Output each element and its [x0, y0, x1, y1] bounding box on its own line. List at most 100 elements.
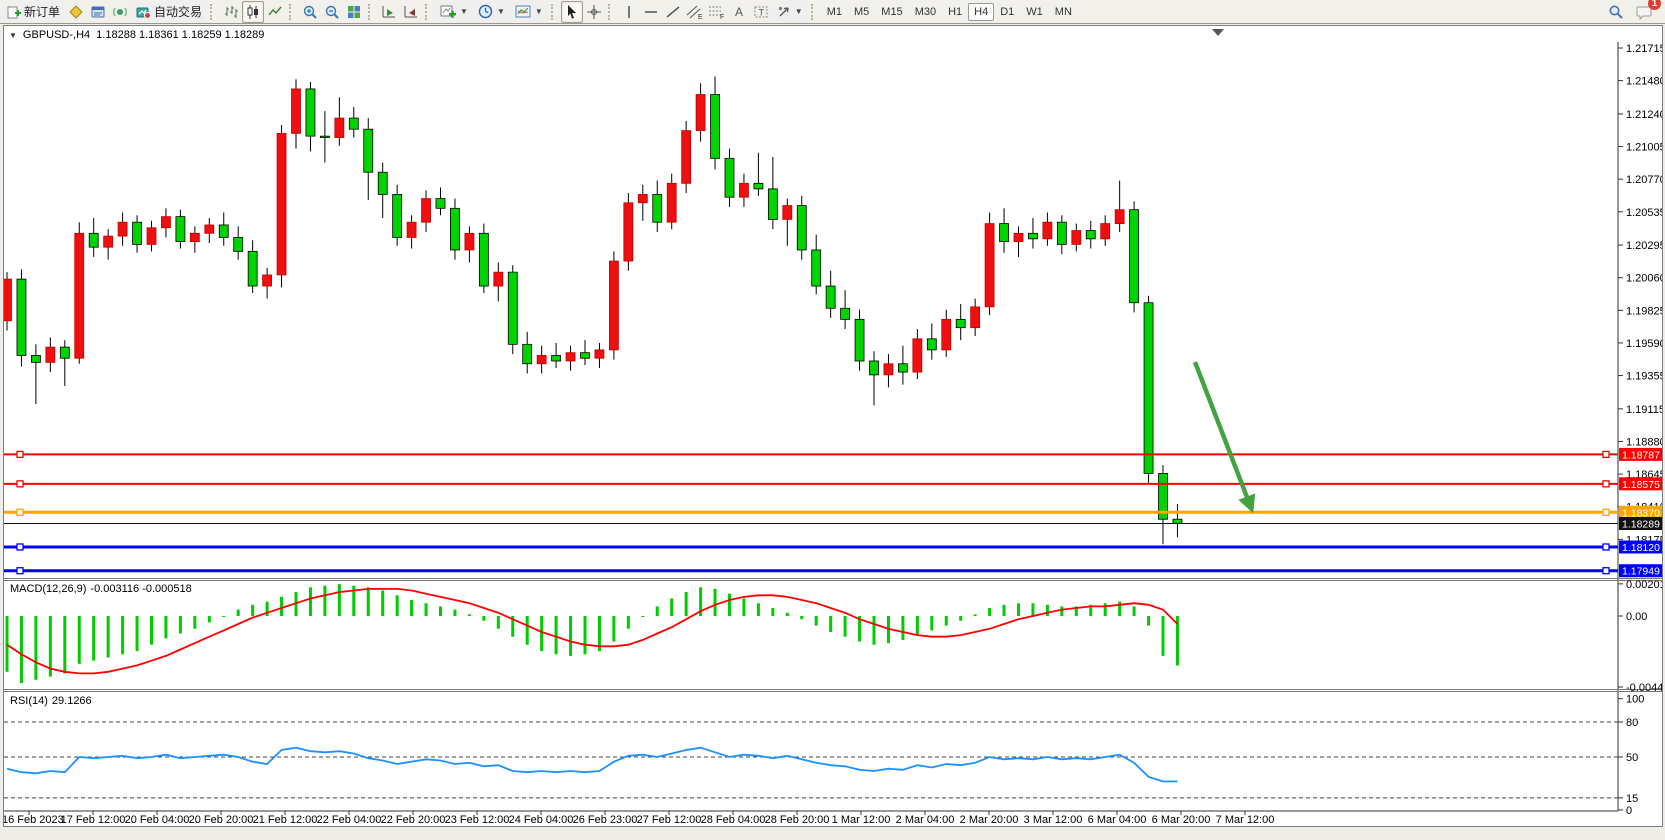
- arrows-icon: [777, 5, 791, 19]
- chart-shift-marker[interactable]: [1212, 29, 1224, 36]
- rsi-pane: [4, 722, 1618, 798]
- tab-timeframe-m30[interactable]: M30: [909, 3, 942, 21]
- dropdown-caret-icon: ▼: [795, 7, 803, 16]
- tab-timeframe-h4[interactable]: H4: [968, 3, 994, 21]
- svg-text:3 Mar 12:00: 3 Mar 12:00: [1024, 814, 1083, 824]
- chart-title: ▼ GBPUSD-,H4 1.18288 1.18361 1.18259 1.1…: [9, 29, 264, 41]
- tab-timeframe-m1[interactable]: M1: [821, 3, 848, 21]
- toolbar-grip: [425, 4, 432, 20]
- vertical-line-icon[interactable]: [618, 1, 640, 23]
- tab-timeframe-h1[interactable]: H1: [942, 3, 968, 21]
- rsi-value: 29.1266: [52, 695, 92, 707]
- svg-text:2 Mar 04:00: 2 Mar 04:00: [896, 814, 955, 824]
- toolbar-grip: [811, 4, 818, 20]
- horizontal-line-icon[interactable]: [640, 1, 662, 23]
- svg-text:F: F: [720, 14, 724, 20]
- toolbar-grip: [551, 4, 558, 20]
- price-axis-tags: 1.187871.185751.183701.182891.181201.179…: [1619, 448, 1662, 578]
- label-icon[interactable]: T: [750, 1, 772, 23]
- svg-text:1.20060: 1.20060: [1626, 273, 1662, 285]
- auto-scroll-icon[interactable]: [378, 1, 400, 23]
- tab-timeframe-mn[interactable]: MN: [1049, 3, 1078, 21]
- market-watch-icon[interactable]: [65, 1, 87, 23]
- bar-chart-icon[interactable]: [220, 1, 242, 23]
- svg-text:20 Feb 04:00: 20 Feb 04:00: [125, 814, 190, 824]
- tab-timeframe-w1[interactable]: W1: [1020, 3, 1049, 21]
- new-chart-button[interactable]: ▼: [435, 2, 473, 22]
- macd-name: MACD(12,26,9): [10, 583, 86, 595]
- new-chart-icon: [440, 4, 456, 19]
- fibonacci-icon[interactable]: F: [706, 1, 728, 23]
- chart-canvas[interactable]: 1.217151.214801.212401.210051.207701.205…: [4, 26, 1662, 824]
- toolbar-grip: [368, 4, 375, 20]
- crosshair-icon[interactable]: [583, 1, 605, 23]
- svg-text:24 Feb 04:00: 24 Feb 04:00: [509, 814, 574, 824]
- svg-text:21 Feb 12:00: 21 Feb 12:00: [253, 814, 318, 824]
- chart-shift-icon[interactable]: [400, 1, 422, 23]
- zoom-out-icon[interactable]: [321, 1, 343, 23]
- new-order-button[interactable]: 新订单: [2, 2, 65, 22]
- svg-text:1.19825: 1.19825: [1626, 305, 1662, 317]
- svg-text:1.18880: 1.18880: [1626, 436, 1662, 448]
- svg-text:50: 50: [1626, 752, 1638, 764]
- data-window-icon[interactable]: [87, 1, 109, 23]
- tab-timeframe-m5[interactable]: M5: [848, 3, 875, 21]
- svg-text:100: 100: [1626, 694, 1644, 706]
- svg-text:1.19115: 1.19115: [1626, 404, 1662, 416]
- auto-trading-button[interactable]: 自动交易: [131, 2, 207, 22]
- svg-text:1.17949: 1.17949: [1622, 566, 1660, 578]
- svg-text:16 Feb 2023: 16 Feb 2023: [4, 814, 64, 824]
- svg-text:E: E: [698, 14, 703, 20]
- svg-text:1.20535: 1.20535: [1626, 207, 1662, 219]
- svg-text:7 Mar 12:00: 7 Mar 12:00: [1216, 814, 1275, 824]
- tab-timeframe-m15[interactable]: M15: [875, 3, 908, 21]
- svg-text:22 Feb 20:00: 22 Feb 20:00: [381, 814, 446, 824]
- chart-window[interactable]: ▼ GBPUSD-,H4 1.18288 1.18361 1.18259 1.1…: [3, 25, 1663, 827]
- candlestick-chart-icon[interactable]: [242, 1, 264, 23]
- svg-text:20 Feb 20:00: 20 Feb 20:00: [189, 814, 254, 824]
- svg-text:1.18289: 1.18289: [1622, 519, 1660, 531]
- signals-icon[interactable]: [109, 1, 131, 23]
- zoom-in-icon[interactable]: [299, 1, 321, 23]
- svg-text:1.19590: 1.19590: [1626, 338, 1662, 350]
- svg-text:22 Feb 04:00: 22 Feb 04:00: [317, 814, 382, 824]
- notification-badge: 1: [1648, 0, 1661, 10]
- periods-button[interactable]: ▼: [473, 2, 510, 22]
- horizontal-price-lines[interactable]: [4, 451, 1618, 573]
- line-chart-icon[interactable]: [264, 1, 286, 23]
- text-icon[interactable]: A: [728, 1, 750, 23]
- templates-button[interactable]: ▼: [510, 2, 548, 22]
- svg-text:6 Mar 20:00: 6 Mar 20:00: [1152, 814, 1211, 824]
- svg-text:26 Feb 23:00: 26 Feb 23:00: [573, 814, 638, 824]
- svg-text:1.20770: 1.20770: [1626, 174, 1662, 186]
- equidistant-channel-icon[interactable]: E: [684, 1, 706, 23]
- notifications-icon[interactable]: 1: [1633, 1, 1655, 23]
- dropdown-caret-icon: ▼: [460, 7, 468, 16]
- svg-text:1.19355: 1.19355: [1626, 371, 1662, 383]
- svg-text:80: 80: [1626, 717, 1638, 729]
- trendline-icon[interactable]: [662, 1, 684, 23]
- dropdown-caret-icon: ▼: [497, 7, 505, 16]
- cursor-icon[interactable]: [561, 1, 583, 23]
- svg-text:0: 0: [1626, 805, 1632, 817]
- toolbar-grip: [210, 4, 217, 20]
- svg-text:2 Mar 20:00: 2 Mar 20:00: [960, 814, 1019, 824]
- search-icon[interactable]: [1605, 1, 1627, 23]
- svg-text:17 Feb 12:00: 17 Feb 12:00: [61, 814, 126, 824]
- svg-text:1.21715: 1.21715: [1626, 43, 1662, 55]
- chart-symbol-period: GBPUSD-,H4: [23, 29, 90, 41]
- main-toolbar: 新订单 自动交易: [0, 0, 1665, 24]
- svg-text:-0.004451: -0.004451: [1626, 682, 1662, 694]
- dropdown-caret-icon: ▼: [535, 7, 543, 16]
- arrows-button[interactable]: ▼: [772, 2, 808, 22]
- toolbar-grip: [608, 4, 615, 20]
- svg-text:1.20295: 1.20295: [1626, 240, 1662, 252]
- collapse-caret-icon[interactable]: ▼: [9, 31, 17, 40]
- svg-text:1.18787: 1.18787: [1622, 449, 1660, 461]
- macd-signal-line: [7, 589, 1177, 674]
- tab-timeframe-d1[interactable]: D1: [994, 3, 1020, 21]
- tile-windows-icon[interactable]: [343, 1, 365, 23]
- new-order-label: 新订单: [24, 3, 60, 20]
- rsi-indicator-label: RSI(14)29.1266: [10, 695, 96, 707]
- axes: 1.217151.214801.212401.210051.207701.205…: [4, 42, 1662, 824]
